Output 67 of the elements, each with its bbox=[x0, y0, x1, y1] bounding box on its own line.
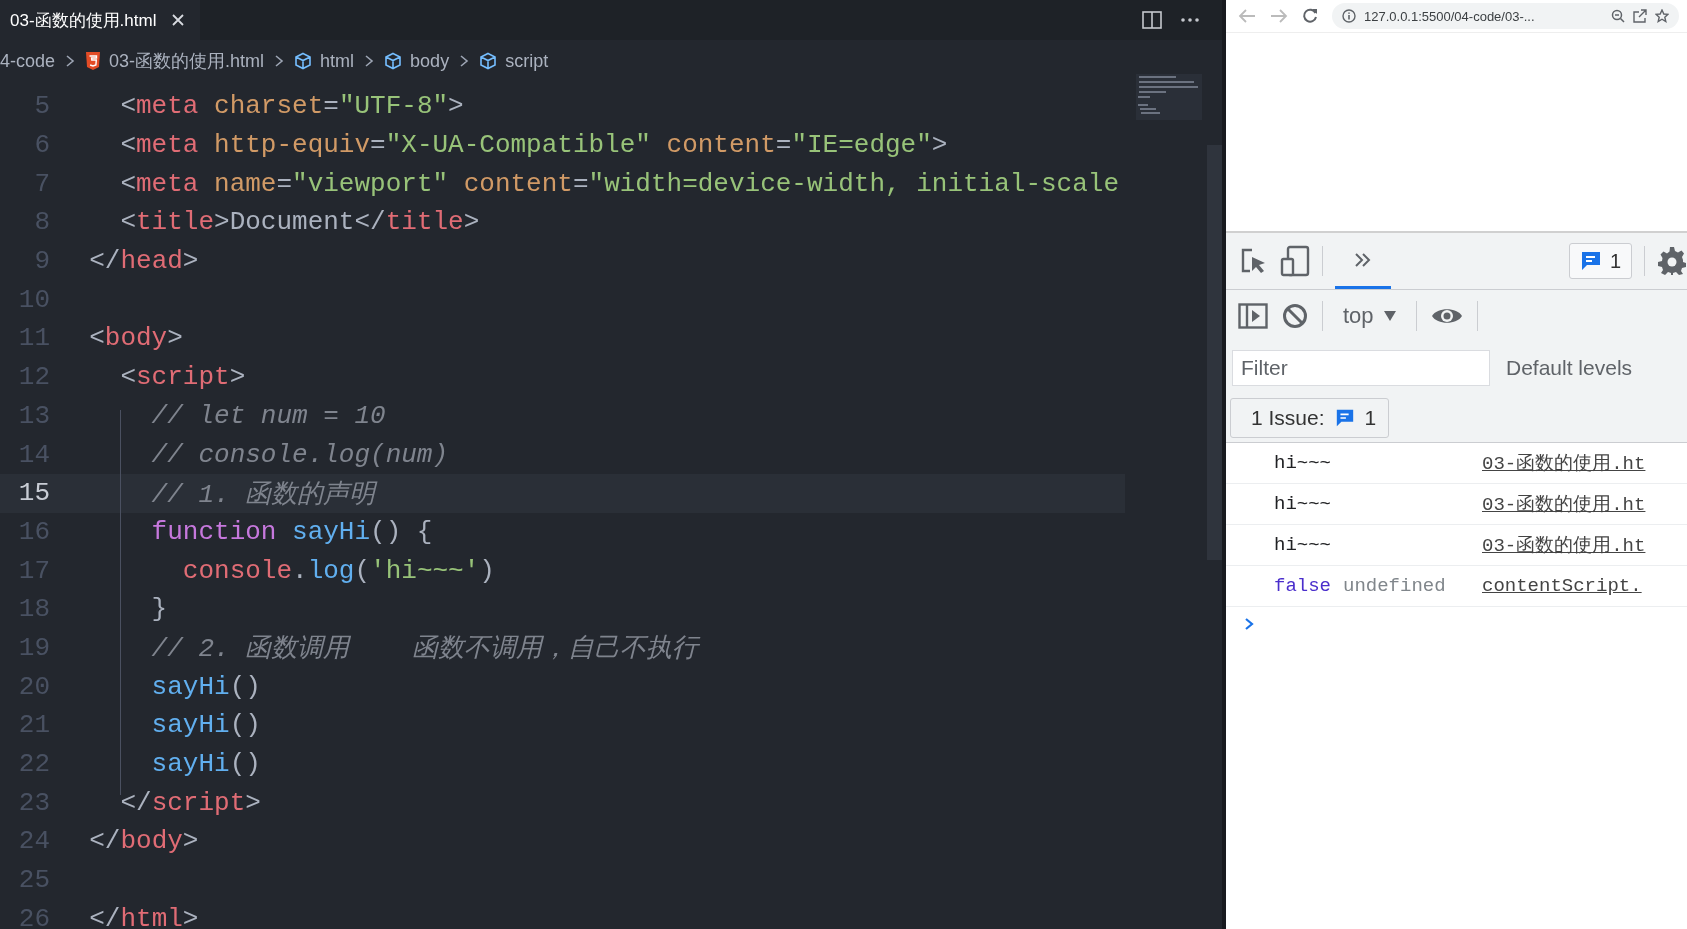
console-value: hi~~~ bbox=[1274, 534, 1331, 556]
device-icon[interactable] bbox=[1280, 245, 1310, 277]
code-line: sayHi() bbox=[150, 710, 261, 741]
chevron-icon bbox=[274, 54, 285, 68]
filter-field[interactable]: Filter bbox=[1232, 350, 1490, 386]
code-line: <meta name="viewport" content="width=device-width, initial-scale bbox=[119, 168, 1120, 199]
source-link[interactable]: 03-函数的使用.ht bbox=[1482, 532, 1646, 558]
issues-badge[interactable]: 1 bbox=[1568, 243, 1632, 279]
cube-icon bbox=[384, 52, 403, 70]
code-line: <script> bbox=[119, 362, 246, 393]
chevron-icon bbox=[65, 54, 76, 68]
code-line: } bbox=[150, 594, 168, 625]
chevron-icon bbox=[364, 54, 375, 68]
source-link[interactable]: 03-函数的使用.ht bbox=[1482, 491, 1646, 517]
source-link[interactable]: 03-函数的使用.ht bbox=[1482, 450, 1646, 476]
code-line: <meta http-equiv="X-UA-Compatible" content="IE=edge"> bbox=[119, 130, 948, 161]
code-line: </body> bbox=[88, 826, 199, 857]
log-levels-dropdown[interactable]: Default levels bbox=[1506, 356, 1633, 380]
line-number: 15 bbox=[17, 478, 50, 509]
reload-icon[interactable] bbox=[1302, 8, 1318, 24]
code-line: // let num = 10 bbox=[150, 400, 386, 431]
code-line: function sayHi() { bbox=[150, 516, 433, 547]
code-line: // console.log(num) bbox=[150, 439, 449, 470]
editor-tab[interactable]: 03-函数的使用.html bbox=[0, 0, 201, 40]
code-line: <title>Document</title> bbox=[119, 207, 480, 238]
chevron-icon bbox=[459, 54, 470, 68]
settings-icon[interactable] bbox=[1657, 246, 1687, 276]
dropdown-arrow-icon bbox=[1383, 311, 1396, 321]
html5-icon bbox=[85, 52, 102, 70]
breadcrumb-item[interactable]: 03-函数的使用.html bbox=[109, 49, 265, 73]
breadcrumb-item[interactable]: script bbox=[505, 50, 549, 72]
scrollbar[interactable] bbox=[1207, 145, 1222, 560]
code-line: </script> bbox=[119, 787, 261, 818]
issues-button[interactable]: 1 Issue: 1 bbox=[1230, 398, 1390, 438]
star-icon[interactable] bbox=[1655, 9, 1669, 23]
prompt-chevron-icon[interactable] bbox=[1244, 617, 1254, 631]
share-icon[interactable] bbox=[1633, 9, 1647, 23]
console-value: false bbox=[1274, 575, 1331, 597]
console-value: hi~~~ bbox=[1274, 452, 1331, 474]
console-value: hi~~~ bbox=[1274, 493, 1331, 515]
breadcrumb-item[interactable]: 4-code bbox=[0, 50, 56, 72]
breadcrumb-item[interactable]: body bbox=[410, 50, 450, 72]
message-icon bbox=[1579, 250, 1602, 272]
message-icon bbox=[1334, 408, 1355, 428]
zoom-icon[interactable] bbox=[1611, 9, 1625, 23]
code-line: <body> bbox=[88, 323, 183, 354]
code-line: </html> bbox=[88, 903, 199, 929]
code-line: sayHi() bbox=[150, 671, 261, 702]
cube-icon bbox=[294, 52, 313, 70]
clear-console-icon[interactable] bbox=[1282, 303, 1308, 329]
address-bar[interactable]: 127.0.0.1:5500/04-code/03-... bbox=[1332, 3, 1679, 29]
code-line: console.log('hi~~~') bbox=[181, 555, 495, 586]
context-selector[interactable]: top bbox=[1337, 303, 1402, 329]
source-link[interactable]: contentScript. bbox=[1482, 575, 1642, 597]
info-icon bbox=[1342, 9, 1356, 23]
console-value: undefined bbox=[1343, 575, 1446, 597]
code-line: <meta charset="UTF-8"> bbox=[119, 91, 464, 122]
split-editor-icon[interactable] bbox=[1142, 11, 1162, 29]
sidebar-toggle-icon[interactable] bbox=[1238, 303, 1268, 329]
code-line: </head> bbox=[88, 246, 199, 277]
close-icon[interactable] bbox=[170, 12, 187, 28]
breadcrumb-item[interactable]: html bbox=[320, 50, 355, 72]
code-line: sayHi() bbox=[150, 749, 261, 780]
double-chevron-icon bbox=[1353, 250, 1373, 269]
more-icon[interactable] bbox=[1180, 17, 1200, 23]
code-line: // 1. 函数的声明 bbox=[150, 478, 376, 511]
cube-icon bbox=[479, 52, 498, 70]
